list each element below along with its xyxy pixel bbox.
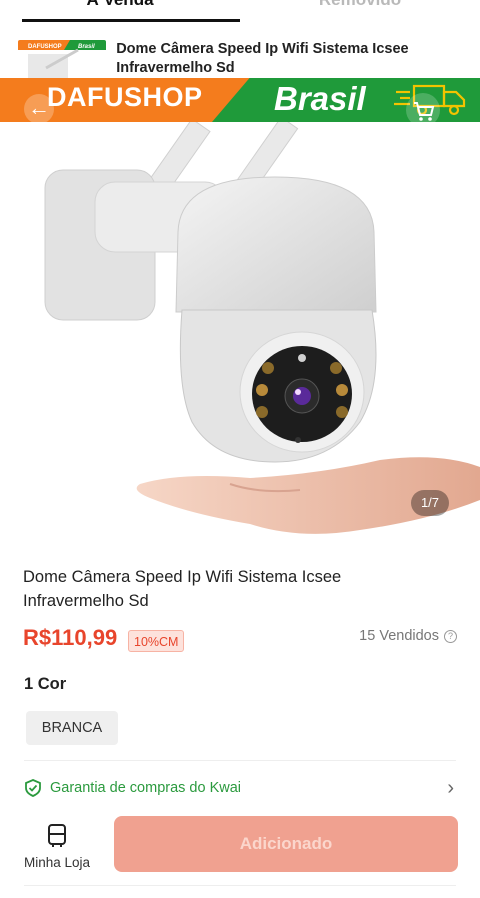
price: R$110,99 (23, 625, 118, 650)
discount-badge: 10%CM (128, 630, 185, 652)
guarantee-row[interactable]: Garantia de compras do Kwai › (24, 776, 454, 800)
thumb-brand-text: DAFUSHOP (28, 44, 62, 50)
divider (24, 760, 456, 761)
my-store-button[interactable]: Minha Loja (20, 822, 94, 872)
product-title: Dome Câmera Speed Ip Wifi Sistema Icsee … (23, 568, 342, 610)
banner-country-text: Brasil (274, 80, 366, 117)
image-page-indicator: 1/7 (411, 490, 449, 516)
back-button[interactable]: ← (24, 94, 54, 124)
shield-check-icon (25, 779, 41, 797)
help-icon[interactable]: ? (444, 629, 457, 643)
sold-count-text: 15 Vendidos (359, 628, 439, 644)
my-store-label: Minha Loja (23, 855, 91, 870)
variant-chip-branca[interactable]: BRANCA (26, 711, 118, 745)
mini-product-title: Dome Câmera Speed Ip Wifi Sistema Icsee … (116, 41, 409, 76)
chevron-right-icon: › (447, 777, 454, 799)
added-button[interactable]: Adicionado (114, 816, 458, 872)
product-image[interactable] (0, 122, 480, 550)
color-count-label: 1 Cor (24, 675, 67, 693)
sold-count[interactable]: 15 Vendidos ? (359, 628, 457, 644)
bottom-divider (24, 885, 456, 886)
store-icon (48, 824, 66, 847)
arrow-left-icon: ← (28, 95, 50, 120)
tab-removed[interactable]: Removido (240, 0, 480, 14)
banner-brand-text: DAFUSHOP (47, 82, 203, 112)
guarantee-text: Garantia de compras do Kwai (50, 780, 242, 796)
product-summary-row[interactable]: DAFUSHOP Brasil Dome Câmera Speed Ip Wif… (18, 40, 468, 80)
product-thumbnail: DAFUSHOP Brasil (18, 40, 107, 80)
tab-indicator (22, 19, 240, 22)
tab-for-sale[interactable]: À Venda (0, 0, 240, 14)
thumb-country-text: Brasil (78, 44, 95, 50)
